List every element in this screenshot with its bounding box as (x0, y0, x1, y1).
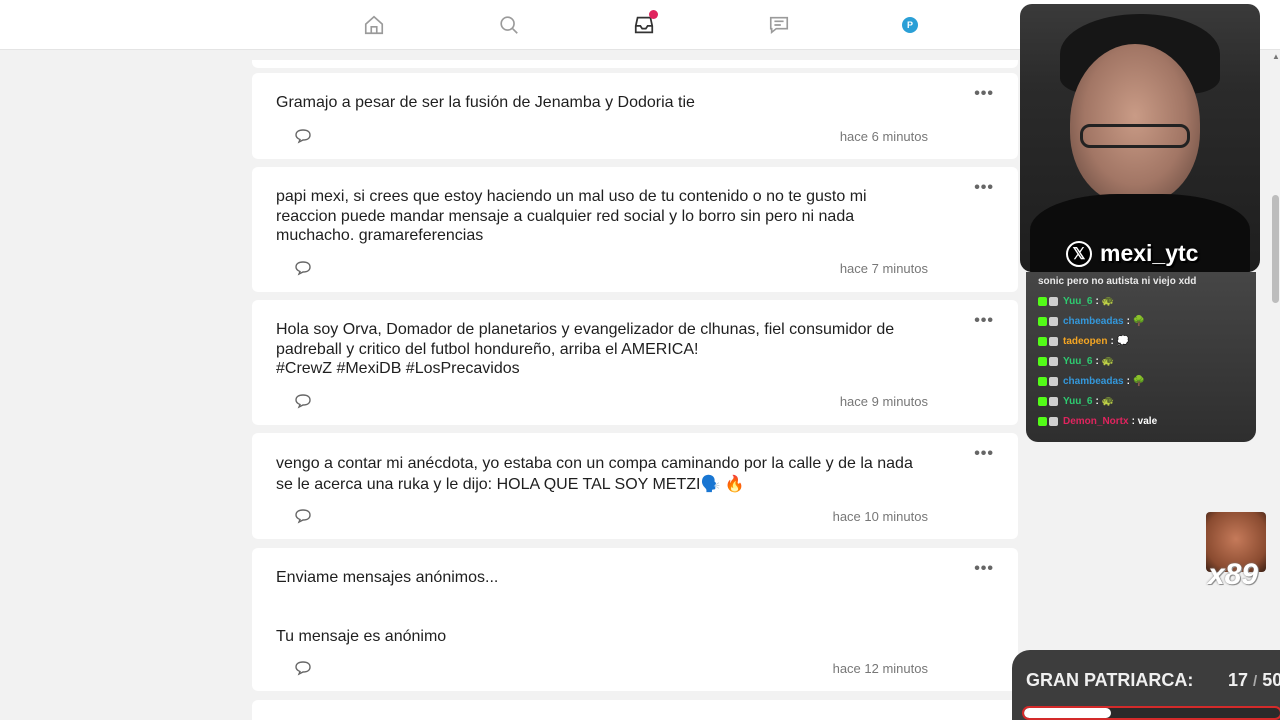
post-card[interactable]: papi mexi, si crees que estoy haciendo u… (252, 167, 1018, 292)
page-scrollbar[interactable] (1270, 50, 1280, 720)
scrollbar-thumb[interactable] (1272, 195, 1279, 303)
chat-text: : 🌳 (1126, 375, 1146, 387)
chat-text: : 💭 (1110, 335, 1130, 347)
avatar: P (902, 17, 918, 33)
post-card[interactable]: vengo a contar mi anécdota, yo estaba co… (252, 433, 1018, 539)
webcam-glasses (1080, 124, 1190, 148)
kick-badge-icon (1038, 396, 1047, 406)
post-text: papi mexi, si crees que estoy haciendo u… (276, 188, 867, 244)
more-options-icon[interactable]: ••• (974, 85, 994, 103)
subscriber-badge-icon (1049, 296, 1058, 306)
post-timestamp: hace 10 minutos (832, 509, 928, 524)
chat-text: : vale (1131, 415, 1158, 427)
chat-message: Yuu_6: 🐢 (1038, 391, 1256, 411)
post-text: Enviame mensajes anónimos... Tu mensaje … (276, 569, 499, 645)
subscriber-badge-icon (1049, 416, 1058, 426)
chat-username[interactable]: Yuu_6 (1063, 356, 1092, 367)
more-options-icon[interactable]: ••• (974, 445, 994, 463)
chat-message: chambeadas: 🌳 (1038, 371, 1256, 391)
post-card-partial (252, 60, 1018, 68)
goal-total: 50 (1262, 670, 1280, 690)
x-logo-icon: 𝕏 (1066, 240, 1092, 267)
chat-username[interactable]: Demon_Nortx (1063, 416, 1129, 427)
subscriber-badge-icon (1049, 316, 1058, 326)
comment-icon[interactable] (294, 128, 312, 144)
post-card[interactable]: Enviame mensajes anónimos... Tu mensaje … (252, 548, 1018, 691)
post-text: vengo a contar mi anécdota, yo estaba co… (276, 455, 913, 493)
search-icon[interactable] (497, 13, 521, 37)
subscriber-badge-icon (1049, 396, 1058, 406)
chat-username[interactable]: chambeadas (1063, 376, 1124, 387)
kick-badge-icon (1038, 296, 1047, 306)
chat-text: : 🐢 (1095, 355, 1115, 367)
kick-badge-icon (1038, 356, 1047, 366)
chat-message: Yuu_6: 🐢 (1038, 291, 1256, 311)
kick-badge-icon (1038, 336, 1047, 346)
post-card[interactable]: Hola soy Orva, Domador de planetarios y … (252, 300, 1018, 425)
comment-icon[interactable] (294, 393, 312, 409)
messages-icon[interactable] (767, 13, 791, 37)
post-timestamp: hace 7 minutos (839, 261, 928, 276)
post-timestamp: hace 6 minutos (839, 129, 928, 144)
post-card-partial (252, 700, 1018, 720)
post-timestamp: hace 12 minutos (832, 661, 928, 676)
goal-label: GRAN PATRIARCA: (1026, 670, 1194, 690)
webcam-overlay: 𝕏 mexi_ytc (1020, 4, 1260, 272)
scroll-up-arrow-icon[interactable]: ▲ (1272, 52, 1280, 61)
chat-username[interactable]: Yuu_6 (1063, 396, 1092, 407)
chat-username[interactable]: chambeadas (1063, 316, 1124, 327)
stream-chat-overlay: sonic pero no autista ni viejo xdd Yuu_6… (1026, 272, 1256, 442)
streamer-handle: 𝕏 mexi_ytc (1066, 240, 1198, 267)
chat-username[interactable]: tadeopen (1063, 336, 1107, 347)
subscriber-badge-icon (1049, 376, 1058, 386)
comment-icon[interactable] (294, 260, 312, 276)
inbox-icon[interactable] (632, 10, 658, 37)
chat-text: : 🌳 (1126, 315, 1146, 327)
subscriber-badge-icon (1049, 336, 1058, 346)
goal-progress-fill (1024, 708, 1112, 718)
chat-text: : 🐢 (1095, 395, 1115, 407)
post-text: Gramajo a pesar de ser la fusión de Jena… (276, 94, 695, 111)
notification-dot (649, 10, 658, 19)
goal-widget: GRAN PATRIARCA: 17 / 50 (1012, 650, 1280, 720)
goal-progress-bar (1022, 706, 1280, 720)
kick-badge-icon (1038, 316, 1047, 326)
handle-text: mexi_ytc (1100, 240, 1199, 266)
chat-message-partial: sonic pero no autista ni viejo xdd (1038, 276, 1197, 287)
emote-count: x89 (1208, 558, 1259, 591)
post-text: Hola soy Orva, Domador de planetarios y … (276, 321, 895, 377)
goal-current: 17 (1228, 670, 1249, 690)
chat-message: chambeadas: 🌳 (1038, 311, 1256, 331)
home-icon[interactable] (362, 13, 386, 37)
more-options-icon[interactable]: ••• (974, 312, 994, 330)
chat-message: Yuu_6: 🐢 (1038, 351, 1256, 371)
post-timestamp: hace 9 minutos (839, 394, 928, 409)
kick-badge-icon (1038, 376, 1047, 386)
comment-icon[interactable] (294, 508, 312, 524)
goal-count: 17 / 50 (1228, 670, 1280, 691)
more-options-icon[interactable]: ••• (974, 560, 994, 578)
goal-separator: / (1253, 673, 1258, 690)
chat-username[interactable]: Yuu_6 (1063, 296, 1092, 307)
chat-text: : 🐢 (1095, 295, 1115, 307)
chat-message: Demon_Nortx: vale (1038, 411, 1256, 431)
comment-icon[interactable] (294, 660, 312, 676)
chat-message: tadeopen: 💭 (1038, 331, 1256, 351)
subscriber-badge-icon (1049, 356, 1058, 366)
kick-badge-icon (1038, 416, 1047, 426)
more-options-icon[interactable]: ••• (974, 179, 994, 197)
profile-avatar[interactable]: P (898, 13, 922, 37)
post-card[interactable]: Gramajo a pesar de ser la fusión de Jena… (252, 73, 1018, 159)
